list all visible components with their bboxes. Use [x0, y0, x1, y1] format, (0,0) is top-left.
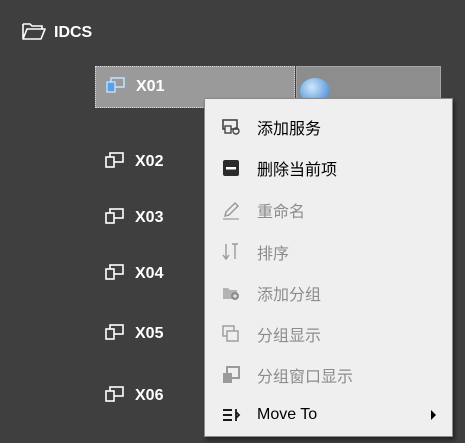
pencil-icon: [205, 200, 257, 220]
tree-item-label: X04: [135, 265, 164, 282]
menu-item-label: Move To: [257, 406, 318, 423]
tree-item-label: X06: [135, 387, 164, 404]
tree-item-label: X02: [135, 153, 164, 170]
menu-item-sort[interactable]: 排序: [205, 232, 452, 272]
server-node-icon: [105, 323, 125, 346]
menu-item-label: 添加分组: [257, 287, 322, 304]
server-node-icon: [106, 76, 126, 99]
add-group-icon: [205, 284, 257, 302]
tree-item-label: X01: [136, 78, 165, 95]
tree-root-label: IDCS: [54, 24, 93, 41]
tree-item-label: X03: [135, 209, 164, 226]
context-menu: 添加服务 删除当前项 重命名 排序 添加分组 分组显示 分组窗口显示 Move …: [204, 98, 453, 437]
folder-open-icon: [22, 21, 46, 46]
move-to-icon: [205, 406, 257, 424]
menu-item-group-window[interactable]: 分组窗口显示: [205, 355, 452, 395]
menu-item-delete-current[interactable]: 删除当前项: [205, 148, 452, 188]
menu-item-move-to[interactable]: Move To: [205, 395, 452, 435]
menu-item-label: 删除当前项: [257, 162, 338, 179]
menu-item-label: 分组窗口显示: [257, 369, 354, 386]
group-view-icon: [205, 324, 257, 344]
tree-root-idcs[interactable]: IDCS: [22, 20, 92, 46]
remove-icon: [205, 159, 257, 177]
menu-item-group-view[interactable]: 分组显示: [205, 314, 452, 354]
sort-icon: [205, 242, 257, 262]
submenu-arrow-icon: [431, 410, 436, 420]
group-window-icon: [205, 365, 257, 385]
menu-item-label: 添加服务: [257, 121, 322, 138]
add-service-icon: [205, 118, 257, 136]
server-node-icon: [105, 385, 125, 408]
menu-item-label: 重命名: [257, 204, 306, 221]
menu-item-label: 排序: [257, 246, 290, 263]
menu-item-add-group[interactable]: 添加分组: [205, 273, 452, 313]
tree-item-label: X05: [135, 325, 164, 342]
menu-item-rename[interactable]: 重命名: [205, 190, 452, 230]
menu-item-add-service[interactable]: 添加服务: [205, 107, 452, 147]
server-node-icon: [105, 151, 125, 174]
server-node-icon: [105, 263, 125, 286]
server-node-icon: [105, 207, 125, 230]
menu-item-label: 分组显示: [257, 328, 322, 345]
